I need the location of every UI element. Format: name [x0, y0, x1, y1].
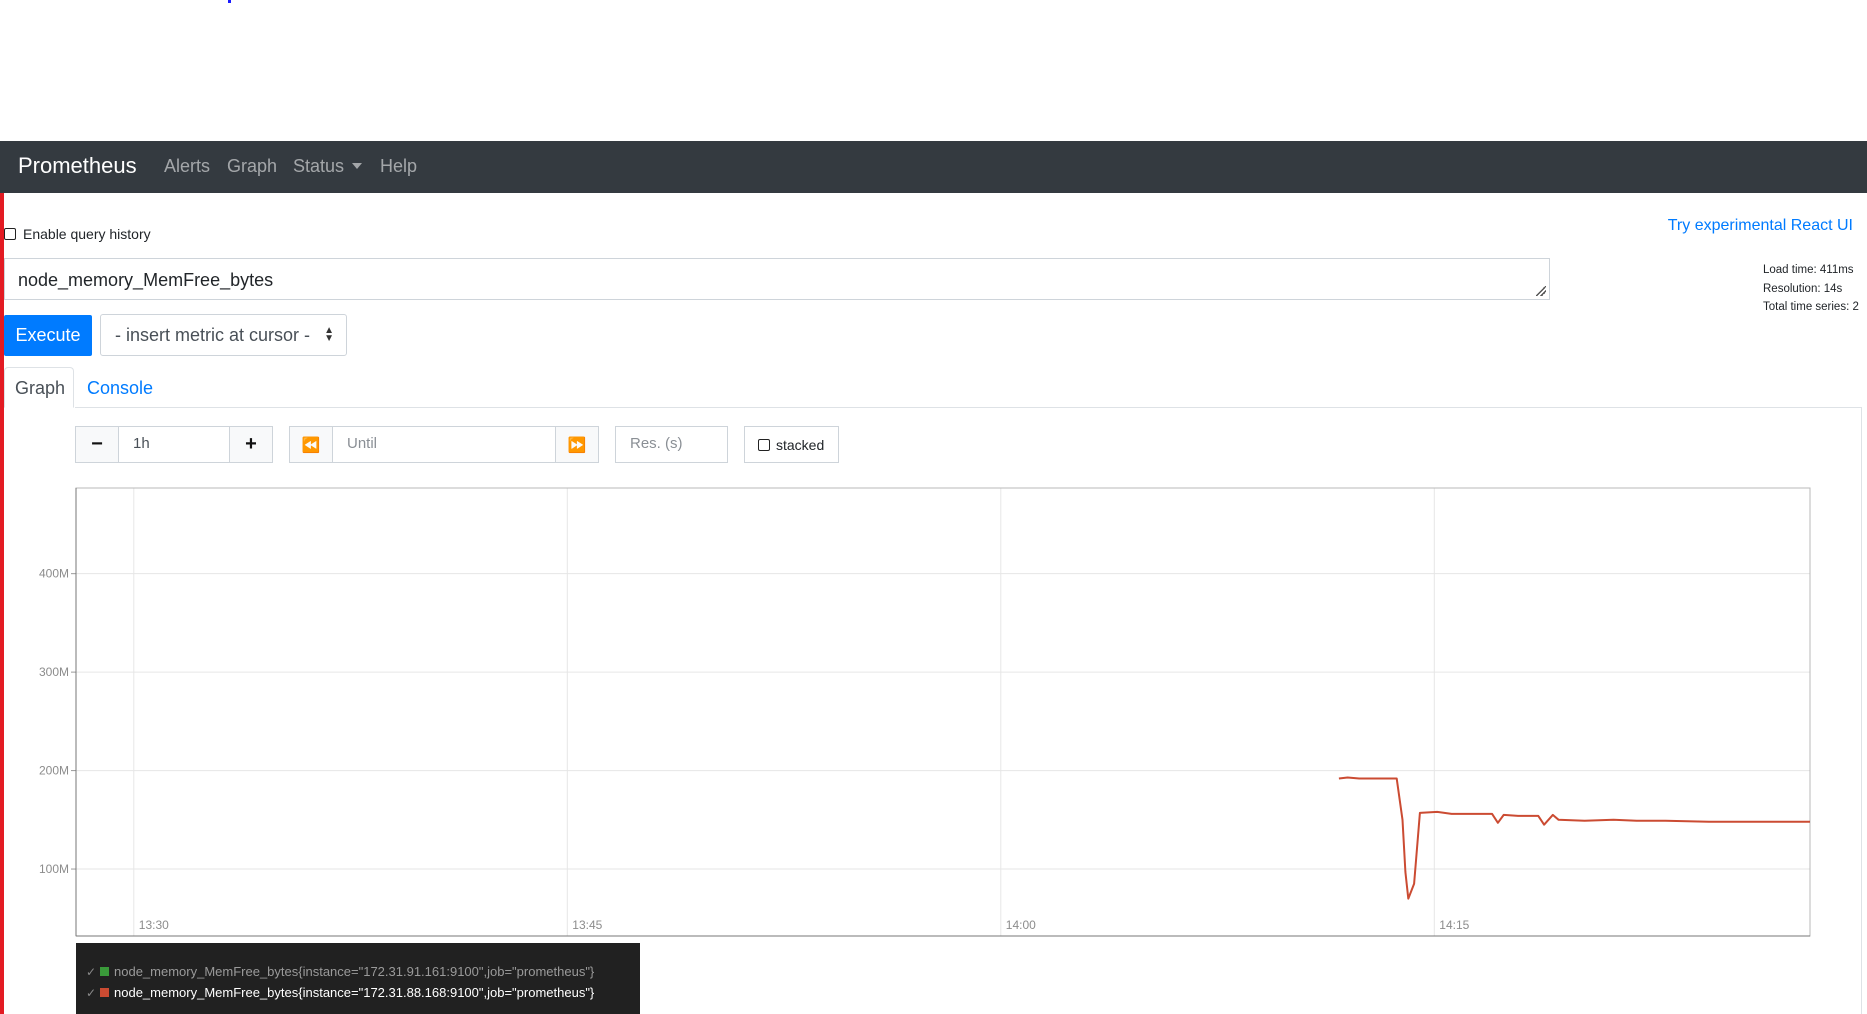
stacked-checkbox-icon — [758, 438, 770, 451]
y-tick-label: 300M — [39, 665, 69, 679]
range-decrease-button[interactable]: − — [75, 426, 119, 463]
range-input[interactable]: 1h — [118, 426, 230, 463]
resolution-input[interactable]: Res. (s) — [615, 426, 728, 463]
backward-button[interactable]: ⏪ — [289, 426, 333, 463]
nav-help[interactable]: Help — [380, 156, 417, 177]
enable-query-history[interactable]: Enable query history — [4, 226, 151, 242]
x-tick-label: 13:45 — [572, 918, 602, 932]
x-tick-label: 14:15 — [1439, 918, 1469, 932]
caret-down-icon — [352, 163, 363, 169]
tab-console[interactable]: Console — [87, 378, 153, 399]
forward-button[interactable]: ⏩ — [555, 426, 599, 463]
query-history-checkbox[interactable] — [4, 228, 16, 240]
x-tick-label: 13:30 — [139, 918, 169, 932]
until-input[interactable]: Until — [332, 426, 556, 463]
nav-status[interactable]: Status — [293, 156, 363, 177]
tab-graph[interactable]: Graph — [4, 367, 74, 408]
check-icon: ✓ — [86, 985, 97, 1000]
backward-icon: ⏪ — [301, 436, 321, 454]
nav-alerts[interactable]: Alerts — [164, 156, 210, 177]
total-time-series: Total time series: 2 — [1763, 301, 1859, 313]
load-time: Load time: 411ms — [1763, 264, 1854, 276]
stacked-label: stacked — [776, 436, 825, 453]
y-tick-label: 100M — [39, 862, 69, 876]
select-arrows-icon: ▲ ▼ — [324, 325, 334, 344]
y-tick-label: 400M — [39, 567, 69, 581]
check-icon: ✓ — [86, 964, 97, 979]
legend-item[interactable]: ✓ node_memory_MemFree_bytes{instance="17… — [76, 961, 640, 982]
query-stats: Load time: 411ms Resolution: 14s Total t… — [1763, 261, 1859, 317]
execute-button[interactable]: Execute — [4, 315, 92, 356]
try-react-ui-link[interactable]: Try experimental React UI — [1668, 217, 1853, 235]
graph-legend: ✓ node_memory_MemFree_bytes{instance="17… — [76, 943, 640, 1014]
stacked-toggle[interactable]: stacked — [744, 426, 839, 463]
tabs-divider — [75, 407, 1862, 408]
resolution: Resolution: 14s — [1763, 282, 1843, 295]
resize-handle-icon[interactable] — [1536, 286, 1546, 296]
brand-link[interactable]: Prometheus — [18, 153, 137, 179]
expression-input[interactable]: node_memory_MemFree_bytes — [4, 258, 1550, 300]
y-tick-label: 200M — [39, 764, 69, 778]
expression-text: node_memory_MemFree_bytes — [18, 270, 274, 290]
navbar: Prometheus Alerts Graph Status Help — [0, 141, 1867, 193]
nav-graph[interactable]: Graph — [227, 156, 277, 177]
legend-label: node_memory_MemFree_bytes{instance="172.… — [114, 985, 595, 1000]
range-increase-button[interactable]: + — [229, 426, 273, 463]
nav-status-label: Status — [293, 156, 345, 176]
forward-icon: ⏩ — [567, 436, 587, 454]
query-history-label: Enable query history — [23, 226, 151, 242]
legend-item[interactable]: ✓ node_memory_MemFree_bytes{instance="17… — [76, 982, 640, 1003]
insert-metric-select[interactable]: - insert metric at cursor - ▲ ▼ — [100, 314, 347, 356]
legend-swatch — [100, 988, 109, 997]
legend-label: node_memory_MemFree_bytes{instance="172.… — [114, 964, 595, 979]
graph-chart: 400M 300M 200M 100M 13:30 13:45 14:00 14:15 — [39, 487, 1811, 937]
top-link-fragment — [228, 0, 231, 3]
x-tick-label: 14:00 — [1006, 918, 1036, 932]
insert-metric-label: - insert metric at cursor - — [115, 325, 311, 345]
legend-swatch — [100, 967, 109, 976]
